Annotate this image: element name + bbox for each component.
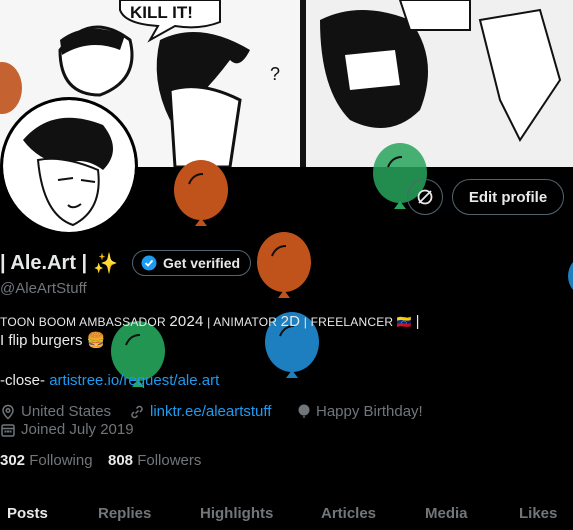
display-name: | Ale.Art |	[0, 251, 88, 274]
balloon-icon	[568, 262, 573, 290]
following-link[interactable]: 302 Following	[0, 452, 93, 469]
location-icon	[2, 404, 14, 420]
display-name-row: | Ale.Art | ✨ Get verified	[0, 250, 252, 276]
calendar-icon	[1, 423, 15, 437]
followers-count: 808	[108, 452, 134, 469]
balloon-icon	[174, 160, 228, 226]
tab-posts[interactable]: Posts	[7, 505, 48, 522]
avatar-artwork	[3, 100, 135, 232]
svg-text:?: ?	[270, 64, 280, 84]
bio-line3-prefix: -close-	[0, 372, 46, 389]
profile-tabs: Posts Replies Highlights Articles Media …	[0, 496, 573, 530]
get-verified-button[interactable]: Get verified	[132, 250, 252, 276]
balloon-icon	[257, 232, 311, 298]
tab-articles[interactable]: Articles	[321, 505, 376, 522]
tab-highlights[interactable]: Highlights	[200, 505, 273, 522]
bio-line1-end: |	[415, 313, 420, 330]
joined-item: Joined July 2019	[0, 421, 134, 438]
verified-badge-icon	[141, 255, 157, 271]
bio-line-2: I flip burgers 🍔	[0, 332, 106, 349]
bio-line1-part1: TOON BOOM AMBASSADOR	[0, 315, 166, 329]
tab-media[interactable]: Media	[425, 505, 468, 522]
following-count: 302	[0, 452, 26, 469]
website-item[interactable]: linktr.ee/aleartstuff	[129, 403, 271, 420]
bio-line1-part2: | ANIMATOR	[207, 315, 278, 329]
bio-line-3: -close- artistree.io/request/ale.art	[0, 372, 219, 389]
following-label: Following	[29, 452, 93, 469]
banner-speech-text: KILL IT!	[130, 3, 193, 22]
get-verified-label: Get verified	[163, 255, 241, 271]
refresh-circle-icon	[417, 189, 433, 205]
location-item: United States	[0, 403, 111, 420]
followers-link[interactable]: 808 Followers	[108, 452, 201, 469]
bio-line1-part3: | FREELANCER	[303, 315, 394, 329]
bio-line1-year: 2024	[169, 313, 204, 330]
joined-text: Joined July 2019	[21, 421, 134, 438]
bio-line1-2d: 2D	[280, 313, 301, 330]
balloon-icon	[0, 62, 22, 114]
refresh-button[interactable]	[407, 179, 443, 215]
bio-line-1: TOON BOOM AMBASSADOR 2024 | ANIMATOR 2D …	[0, 313, 420, 330]
bio-request-link[interactable]: artistree.io/request/ale.art	[49, 372, 219, 389]
balloon-icon	[298, 404, 310, 417]
tab-replies[interactable]: Replies	[98, 505, 151, 522]
location-text: United States	[21, 403, 112, 420]
bio-flag: 🇻🇪	[396, 315, 413, 329]
birthday-item: Happy Birthday!	[297, 403, 423, 420]
sparkle-emoji: ✨	[93, 252, 119, 275]
handle: @AleArtStuff	[0, 280, 87, 297]
website-link[interactable]: linktr.ee/aleartstuff	[150, 403, 271, 420]
link-icon	[131, 405, 143, 418]
birthday-text: Happy Birthday!	[316, 403, 423, 420]
followers-label: Followers	[137, 452, 202, 469]
edit-profile-button[interactable]: Edit profile	[452, 179, 564, 215]
tab-likes[interactable]: Likes	[519, 505, 557, 522]
